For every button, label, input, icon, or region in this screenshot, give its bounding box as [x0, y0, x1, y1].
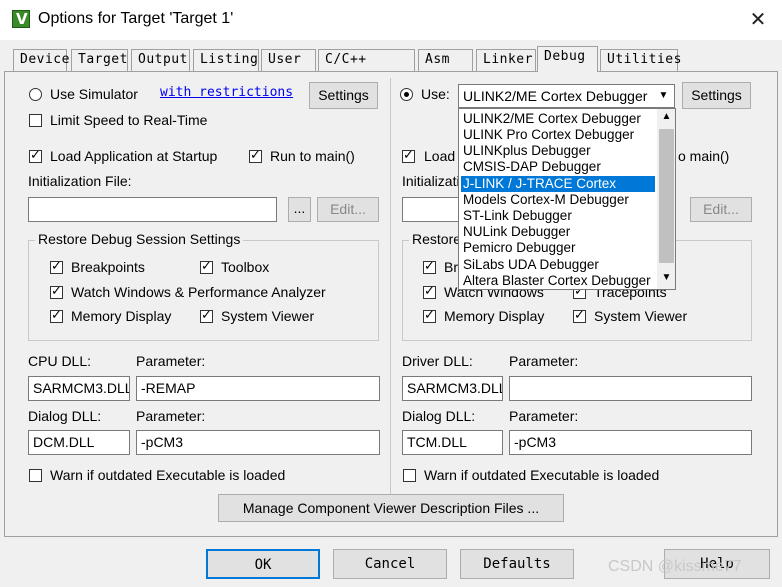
scrollbar-thumb[interactable] — [659, 129, 674, 263]
dialog-param-label-right: Parameter: — [509, 408, 579, 424]
tab-linker[interactable]: Linker — [476, 49, 536, 71]
system-viewer-label-right: System Viewer — [594, 308, 688, 324]
close-icon[interactable]: ✕ — [742, 6, 774, 34]
toolbox-label: Toolbox — [221, 259, 270, 275]
warn-outdated-label-left: Warn if outdated Executable is loaded — [50, 467, 286, 483]
limit-speed-checkbox[interactable] — [29, 114, 42, 127]
init-file-label: Initialization File: — [28, 173, 132, 189]
run-main-checkbox[interactable] — [249, 147, 262, 163]
tab-asm[interactable]: Asm — [418, 49, 473, 71]
memory-display-checkbox-right[interactable] — [423, 307, 436, 323]
dialog-param-input-right[interactable]: -pCM3 — [509, 430, 752, 455]
debugger-select-value: ULINK2/ME Cortex Debugger — [463, 88, 648, 104]
init-file-browse-button[interactable]: ... — [288, 197, 311, 222]
breakpoints-label: Breakpoints — [71, 259, 145, 275]
debugger-settings-button[interactable]: Settings — [682, 82, 751, 109]
driver-dll-input[interactable]: SARMCM3.DLL — [402, 376, 503, 401]
dialog-dll-label-right: Dialog DLL: — [402, 408, 476, 424]
watch-windows-checkbox-right[interactable] — [423, 283, 436, 299]
use-debugger-radio[interactable] — [400, 88, 413, 101]
memory-display-label: Memory Display — [71, 308, 172, 324]
warn-outdated-checkbox-left[interactable] — [29, 469, 42, 482]
watermark: CSDN @kissme77 — [608, 558, 742, 575]
limit-speed-label: Limit Speed to Real-Time — [50, 112, 208, 128]
dialog-dll-input[interactable]: DCM.DLL — [28, 430, 130, 455]
cpu-dll-input[interactable]: SARMCM3.DLL — [28, 376, 130, 401]
tab-debug[interactable]: Debug — [537, 46, 598, 72]
tab-user[interactable]: User — [261, 49, 316, 71]
dropdown-option[interactable]: CMSIS-DAP Debugger — [461, 159, 655, 175]
tab-listing[interactable]: Listing — [193, 49, 259, 71]
system-viewer-checkbox[interactable] — [200, 307, 213, 323]
dialog-dll-label: Dialog DLL: — [28, 408, 102, 424]
cpu-param-input[interactable]: -REMAP — [136, 376, 380, 401]
restore-settings-title-right: Restore — [409, 231, 465, 247]
debugger-select[interactable]: ULINK2/ME Cortex Debugger ▼ — [458, 84, 675, 108]
debugger-dropdown-list[interactable]: ULINK2/ME Cortex Debugger ULINK Pro Cort… — [458, 108, 676, 290]
dialog-dll-input-right[interactable]: TCM.DLL — [402, 430, 503, 455]
ok-button[interactable]: OK — [206, 549, 320, 579]
scroll-down-icon[interactable]: ▼ — [658, 272, 675, 283]
title-bar: Options for Target 'Target 1' ✕ — [0, 0, 782, 40]
watch-windows-checkbox[interactable] — [50, 283, 63, 299]
app-icon — [12, 10, 30, 28]
window-title: Options for Target 'Target 1' — [38, 10, 234, 27]
manage-component-viewer-button[interactable]: Manage Component Viewer Description File… — [218, 494, 564, 522]
init-file-input[interactable] — [28, 197, 277, 222]
dropdown-option[interactable]: Altera Blaster Cortex Debugger — [461, 273, 655, 289]
tab-device[interactable]: Device — [13, 49, 69, 71]
restore-settings-title: Restore Debug Session Settings — [35, 231, 244, 247]
system-viewer-label: System Viewer — [221, 308, 315, 324]
breakpoints-checkbox-right[interactable] — [423, 258, 436, 274]
run-main-label: Run to main() — [270, 148, 355, 164]
tab-utilities[interactable]: Utilities — [600, 49, 681, 71]
toolbox-checkbox[interactable] — [200, 258, 213, 274]
cpu-dll-label: CPU DLL: — [28, 353, 92, 369]
driver-dll-label: Driver DLL: — [402, 353, 473, 369]
init-file-input-right[interactable] — [402, 197, 462, 222]
dropdown-option[interactable]: Models Cortex-M Debugger — [461, 192, 655, 208]
dropdown-option[interactable]: ULINK Pro Cortex Debugger — [461, 127, 655, 143]
chevron-down-icon[interactable]: ▼ — [655, 87, 672, 105]
use-label: Use: — [421, 86, 450, 102]
run-main-label-right: o main() — [678, 148, 730, 164]
column-divider — [390, 78, 391, 496]
with-restrictions-link[interactable]: with restrictions — [160, 85, 293, 100]
dropdown-option[interactable]: ULINK2/ME Cortex Debugger — [461, 111, 655, 127]
scroll-up-icon[interactable]: ▲ — [658, 111, 675, 122]
cancel-button[interactable]: Cancel — [333, 549, 447, 579]
dialog-param-label: Parameter: — [136, 408, 206, 424]
dropdown-option[interactable]: NULink Debugger — [461, 224, 655, 240]
load-app-checkbox-right[interactable] — [402, 147, 415, 163]
dropdown-option[interactable]: ST-Link Debugger — [461, 208, 655, 224]
dropdown-option[interactable]: Pemicro Debugger — [461, 240, 655, 256]
driver-param-input[interactable] — [509, 376, 752, 401]
use-simulator-label: Use Simulator — [50, 86, 138, 102]
dialog-param-input[interactable]: -pCM3 — [136, 430, 380, 455]
cpu-param-label: Parameter: — [136, 353, 206, 369]
driver-param-label: Parameter: — [509, 353, 579, 369]
memory-display-label-right: Memory Display — [444, 308, 545, 324]
tab-cpp[interactable]: C/C++ (AC6) — [318, 49, 415, 87]
init-file-edit-button-right[interactable]: Edit... — [690, 197, 752, 222]
watch-windows-label: Watch Windows & Performance Analyzer — [71, 284, 326, 300]
warn-outdated-label-right: Warn if outdated Executable is loaded — [424, 467, 660, 483]
simulator-settings-button[interactable]: Settings — [309, 82, 378, 109]
dropdown-option[interactable]: ULINKplus Debugger — [461, 143, 655, 159]
tab-output[interactable]: Output — [131, 49, 190, 71]
load-app-label: Load Application at Startup — [50, 148, 218, 164]
load-app-checkbox[interactable] — [29, 147, 42, 163]
warn-outdated-checkbox-right[interactable] — [403, 469, 416, 482]
init-file-edit-button[interactable]: Edit... — [317, 197, 379, 222]
dropdown-option-highlighted[interactable]: J-LINK / J-TRACE Cortex — [461, 176, 655, 192]
breakpoints-checkbox[interactable] — [50, 258, 63, 274]
dropdown-scrollbar[interactable]: ▲ ▼ — [657, 109, 675, 289]
use-simulator-radio[interactable] — [29, 88, 42, 101]
load-app-label-right: Load — [424, 148, 456, 164]
defaults-button[interactable]: Defaults — [460, 549, 574, 579]
system-viewer-checkbox-right[interactable] — [573, 307, 586, 323]
tab-target[interactable]: Target — [71, 49, 128, 71]
dropdown-option[interactable]: SiLabs UDA Debugger — [461, 257, 655, 273]
memory-display-checkbox[interactable] — [50, 307, 63, 323]
